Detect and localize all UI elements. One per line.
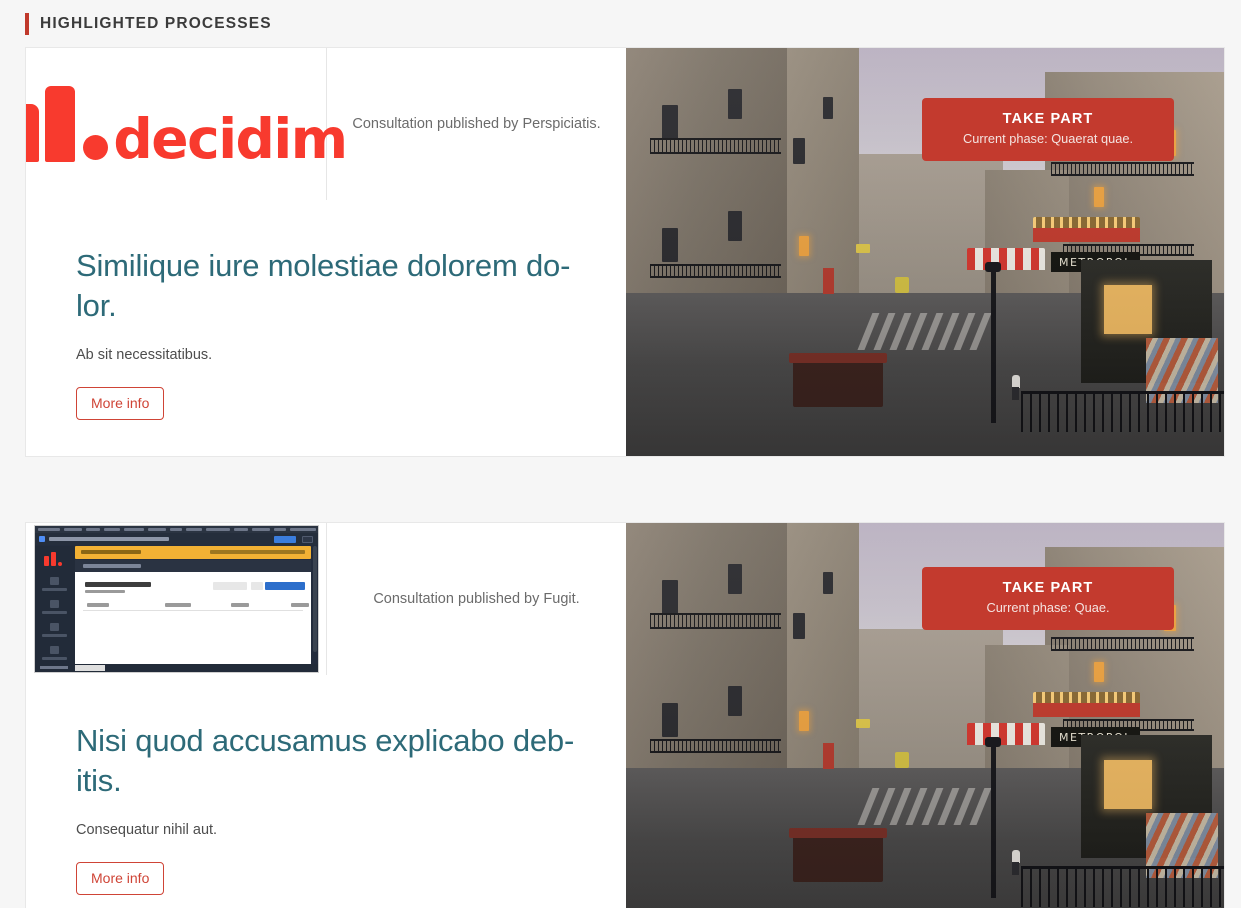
admin-dashboard-screenshot bbox=[33, 525, 319, 673]
decidim-dot-icon bbox=[83, 135, 109, 160]
process-card-content: decidim Consultation published by Perspi… bbox=[26, 48, 626, 456]
take-part-label: TAKE PART bbox=[1002, 111, 1094, 127]
take-part-label: TAKE PART bbox=[1002, 580, 1094, 596]
process-title[interactable]: Nisi quod accusamus explicabo deb­itis. bbox=[76, 721, 576, 800]
process-card[interactable]: Consultation published by Fugit. Nisi qu… bbox=[25, 522, 1225, 908]
more-info-button[interactable]: More info bbox=[76, 862, 165, 896]
process-card-body: Similique iure molestiae dolorem do­lor.… bbox=[26, 200, 626, 456]
highlighted-processes-list-2: Consultation published by Fugit. Nisi qu… bbox=[0, 522, 1241, 908]
process-card-header: decidim Consultation published by Perspi… bbox=[26, 48, 626, 200]
more-info-button[interactable]: More info bbox=[76, 387, 165, 421]
highlighted-processes-list: decidim Consultation published by Perspi… bbox=[0, 47, 1241, 457]
process-image-panel: METROPOL TAKE PART Current p bbox=[626, 48, 1224, 456]
published-by-text: Consultation published by Fugit. bbox=[373, 591, 580, 607]
process-card-content: Consultation published by Fugit. Nisi qu… bbox=[26, 523, 626, 908]
published-by-cell: Consultation published by Fugit. bbox=[327, 523, 626, 675]
process-card[interactable]: decidim Consultation published by Perspi… bbox=[25, 47, 1225, 457]
current-phase-text: Current phase: Quaerat quae. bbox=[962, 131, 1134, 146]
process-image-panel: METROPOL TAKE PART Current p bbox=[626, 523, 1224, 908]
take-part-button[interactable]: TAKE PART Current phase: Quaerat quae. bbox=[922, 98, 1174, 161]
process-subtitle: Ab sit necessitatibus. bbox=[76, 347, 213, 364]
process-card-header: Consultation published by Fugit. bbox=[26, 523, 626, 675]
section-accent-bar bbox=[25, 12, 29, 35]
published-by-text: Consultation published by Perspiciatis. bbox=[352, 116, 601, 132]
process-logo-cell: decidim bbox=[26, 48, 348, 200]
decidim-bars-icon bbox=[26, 86, 76, 162]
published-by-cell: Consultation published by Perspiciatis. bbox=[327, 48, 626, 200]
process-thumbnail-cell bbox=[26, 523, 327, 675]
process-subtitle: Consequatur nihil aut. bbox=[76, 822, 218, 839]
decidim-wordmark: decidim bbox=[113, 106, 348, 171]
process-title[interactable]: Similique iure molestiae dolorem do­lor. bbox=[76, 246, 576, 325]
section-header: HIGHLIGHTED PROCESSES bbox=[0, 0, 1241, 47]
take-part-button[interactable]: TAKE PART Current phase: Quae. bbox=[922, 567, 1174, 630]
decidim-logo: decidim bbox=[26, 86, 348, 171]
page-title: HIGHLIGHTED PROCESSES bbox=[40, 14, 272, 32]
current-phase-text: Current phase: Quae. bbox=[986, 600, 1110, 615]
process-card-body: Nisi quod accusamus explicabo deb­itis. … bbox=[26, 675, 626, 908]
